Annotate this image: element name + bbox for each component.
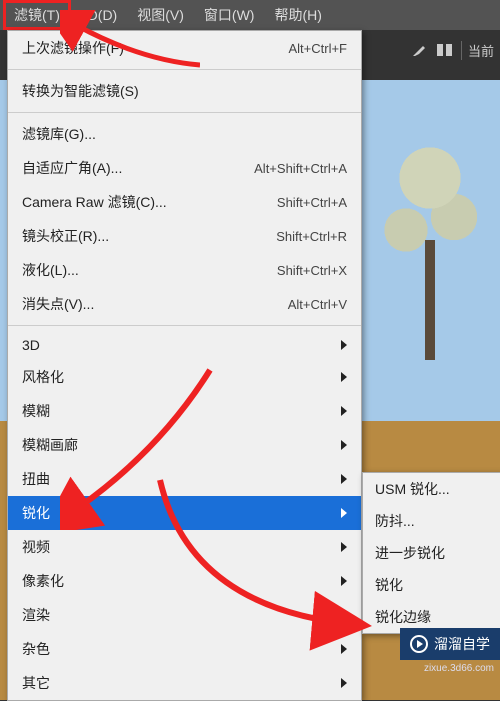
menu-shortcut: Shift+Ctrl+R xyxy=(276,229,347,244)
menu-label: 上次滤镜操作(F) xyxy=(22,38,288,58)
menu-label: 渲染 xyxy=(22,605,335,625)
menu-label: Camera Raw 滤镜(C)... xyxy=(22,192,277,212)
submenu-arrow-icon xyxy=(341,372,347,382)
menu-item-render[interactable]: 渲染 xyxy=(8,598,361,632)
menu-item-3d[interactable]: 3D xyxy=(8,330,361,360)
submenu-arrow-icon xyxy=(341,678,347,688)
menu-label: 3D xyxy=(22,337,335,353)
menu-label: 消失点(V)... xyxy=(22,294,288,314)
submenu-arrow-icon xyxy=(341,542,347,552)
menu-separator xyxy=(8,325,361,326)
submenu-item-usm[interactable]: USM 锐化... xyxy=(363,473,500,505)
menu-3d[interactable]: 3D(D) xyxy=(70,3,127,27)
menu-label: 进一步锐化 xyxy=(375,543,489,563)
menu-item-adaptive[interactable]: 自适应广角(A)... Alt+Shift+Ctrl+A xyxy=(8,151,361,185)
menu-item-blur-gallery[interactable]: 模糊画廊 xyxy=(8,428,361,462)
menu-label: 滤镜库(G)... xyxy=(22,124,347,144)
menu-item-vanishing[interactable]: 消失点(V)... Alt+Ctrl+V xyxy=(8,287,361,321)
menu-help[interactable]: 帮助(H) xyxy=(264,1,331,29)
menu-label: USM 锐化... xyxy=(375,479,489,499)
menu-item-lens[interactable]: 镜头校正(R)... Shift+Ctrl+R xyxy=(8,219,361,253)
submenu-arrow-icon xyxy=(341,340,347,350)
sharpen-submenu: USM 锐化... 防抖... 进一步锐化 锐化 锐化边缘 xyxy=(362,472,500,634)
menu-shortcut: Alt+Ctrl+V xyxy=(288,297,347,312)
menu-label: 像素化 xyxy=(22,571,335,591)
submenu-arrow-icon xyxy=(341,644,347,654)
menu-item-last-filter[interactable]: 上次滤镜操作(F) Alt+Ctrl+F xyxy=(8,31,361,65)
menu-view[interactable]: 视图(V) xyxy=(127,1,194,29)
menu-label: 风格化 xyxy=(22,367,335,387)
menu-label: 防抖... xyxy=(375,511,489,531)
submenu-item-shake[interactable]: 防抖... xyxy=(363,505,500,537)
panel-icon[interactable] xyxy=(435,40,455,60)
menu-label: 液化(L)... xyxy=(22,260,277,280)
menu-item-convert-smart[interactable]: 转换为智能滤镜(S) xyxy=(8,74,361,108)
submenu-arrow-icon xyxy=(341,610,347,620)
submenu-item-further[interactable]: 进一步锐化 xyxy=(363,537,500,569)
submenu-arrow-icon xyxy=(341,576,347,586)
menu-filter[interactable]: 滤镜(T) xyxy=(4,1,70,29)
menu-label: 锐化 xyxy=(22,503,335,523)
menu-item-stylize[interactable]: 风格化 xyxy=(8,360,361,394)
menu-label: 锐化 xyxy=(375,575,489,595)
current-label: 当前 xyxy=(461,41,494,60)
submenu-arrow-icon xyxy=(341,474,347,484)
menu-shortcut: Shift+Ctrl+A xyxy=(277,195,347,210)
menu-item-video[interactable]: 视频 xyxy=(8,530,361,564)
menu-window[interactable]: 窗口(W) xyxy=(194,1,265,29)
submenu-item-sharpen[interactable]: 锐化 xyxy=(363,569,500,601)
menu-shortcut: Shift+Ctrl+X xyxy=(277,263,347,278)
options-bar: 当前 xyxy=(403,34,500,66)
menu-item-blur[interactable]: 模糊 xyxy=(8,394,361,428)
brush-icon[interactable] xyxy=(409,40,429,60)
menu-label: 转换为智能滤镜(S) xyxy=(22,81,347,101)
menu-item-pixelate[interactable]: 像素化 xyxy=(8,564,361,598)
menu-label: 视频 xyxy=(22,537,335,557)
menu-item-camera-raw[interactable]: Camera Raw 滤镜(C)... Shift+Ctrl+A xyxy=(8,185,361,219)
submenu-arrow-icon xyxy=(341,508,347,518)
menu-label: 自适应广角(A)... xyxy=(22,158,254,178)
play-icon xyxy=(410,635,428,653)
watermark-text: 溜溜自学 xyxy=(434,634,490,654)
menu-item-liquify[interactable]: 液化(L)... Shift+Ctrl+X xyxy=(8,253,361,287)
menu-item-noise[interactable]: 杂色 xyxy=(8,632,361,666)
menu-label: 其它 xyxy=(22,673,335,693)
menu-shortcut: Alt+Shift+Ctrl+A xyxy=(254,161,347,176)
menu-item-other[interactable]: 其它 xyxy=(8,666,361,700)
watermark-badge: 溜溜自学 xyxy=(400,628,500,660)
submenu-arrow-icon xyxy=(341,440,347,450)
menu-label: 模糊 xyxy=(22,401,335,421)
menu-label: 镜头校正(R)... xyxy=(22,226,276,246)
menu-item-gallery[interactable]: 滤镜库(G)... xyxy=(8,117,361,151)
menu-label: 模糊画廊 xyxy=(22,435,335,455)
menu-label: 杂色 xyxy=(22,639,335,659)
watermark-url: zixue.3d66.com xyxy=(424,663,494,674)
menu-label: 扭曲 xyxy=(22,469,335,489)
menu-label: 锐化边缘 xyxy=(375,607,489,627)
submenu-arrow-icon xyxy=(341,406,347,416)
menu-item-distort[interactable]: 扭曲 xyxy=(8,462,361,496)
menu-shortcut: Alt+Ctrl+F xyxy=(288,41,347,56)
filter-menu: 上次滤镜操作(F) Alt+Ctrl+F 转换为智能滤镜(S) 滤镜库(G)..… xyxy=(7,30,362,701)
menu-separator xyxy=(8,112,361,113)
menu-separator xyxy=(8,69,361,70)
menu-item-sharpen[interactable]: 锐化 xyxy=(8,496,361,530)
menubar: 滤镜(T) 3D(D) 视图(V) 窗口(W) 帮助(H) xyxy=(0,0,500,30)
